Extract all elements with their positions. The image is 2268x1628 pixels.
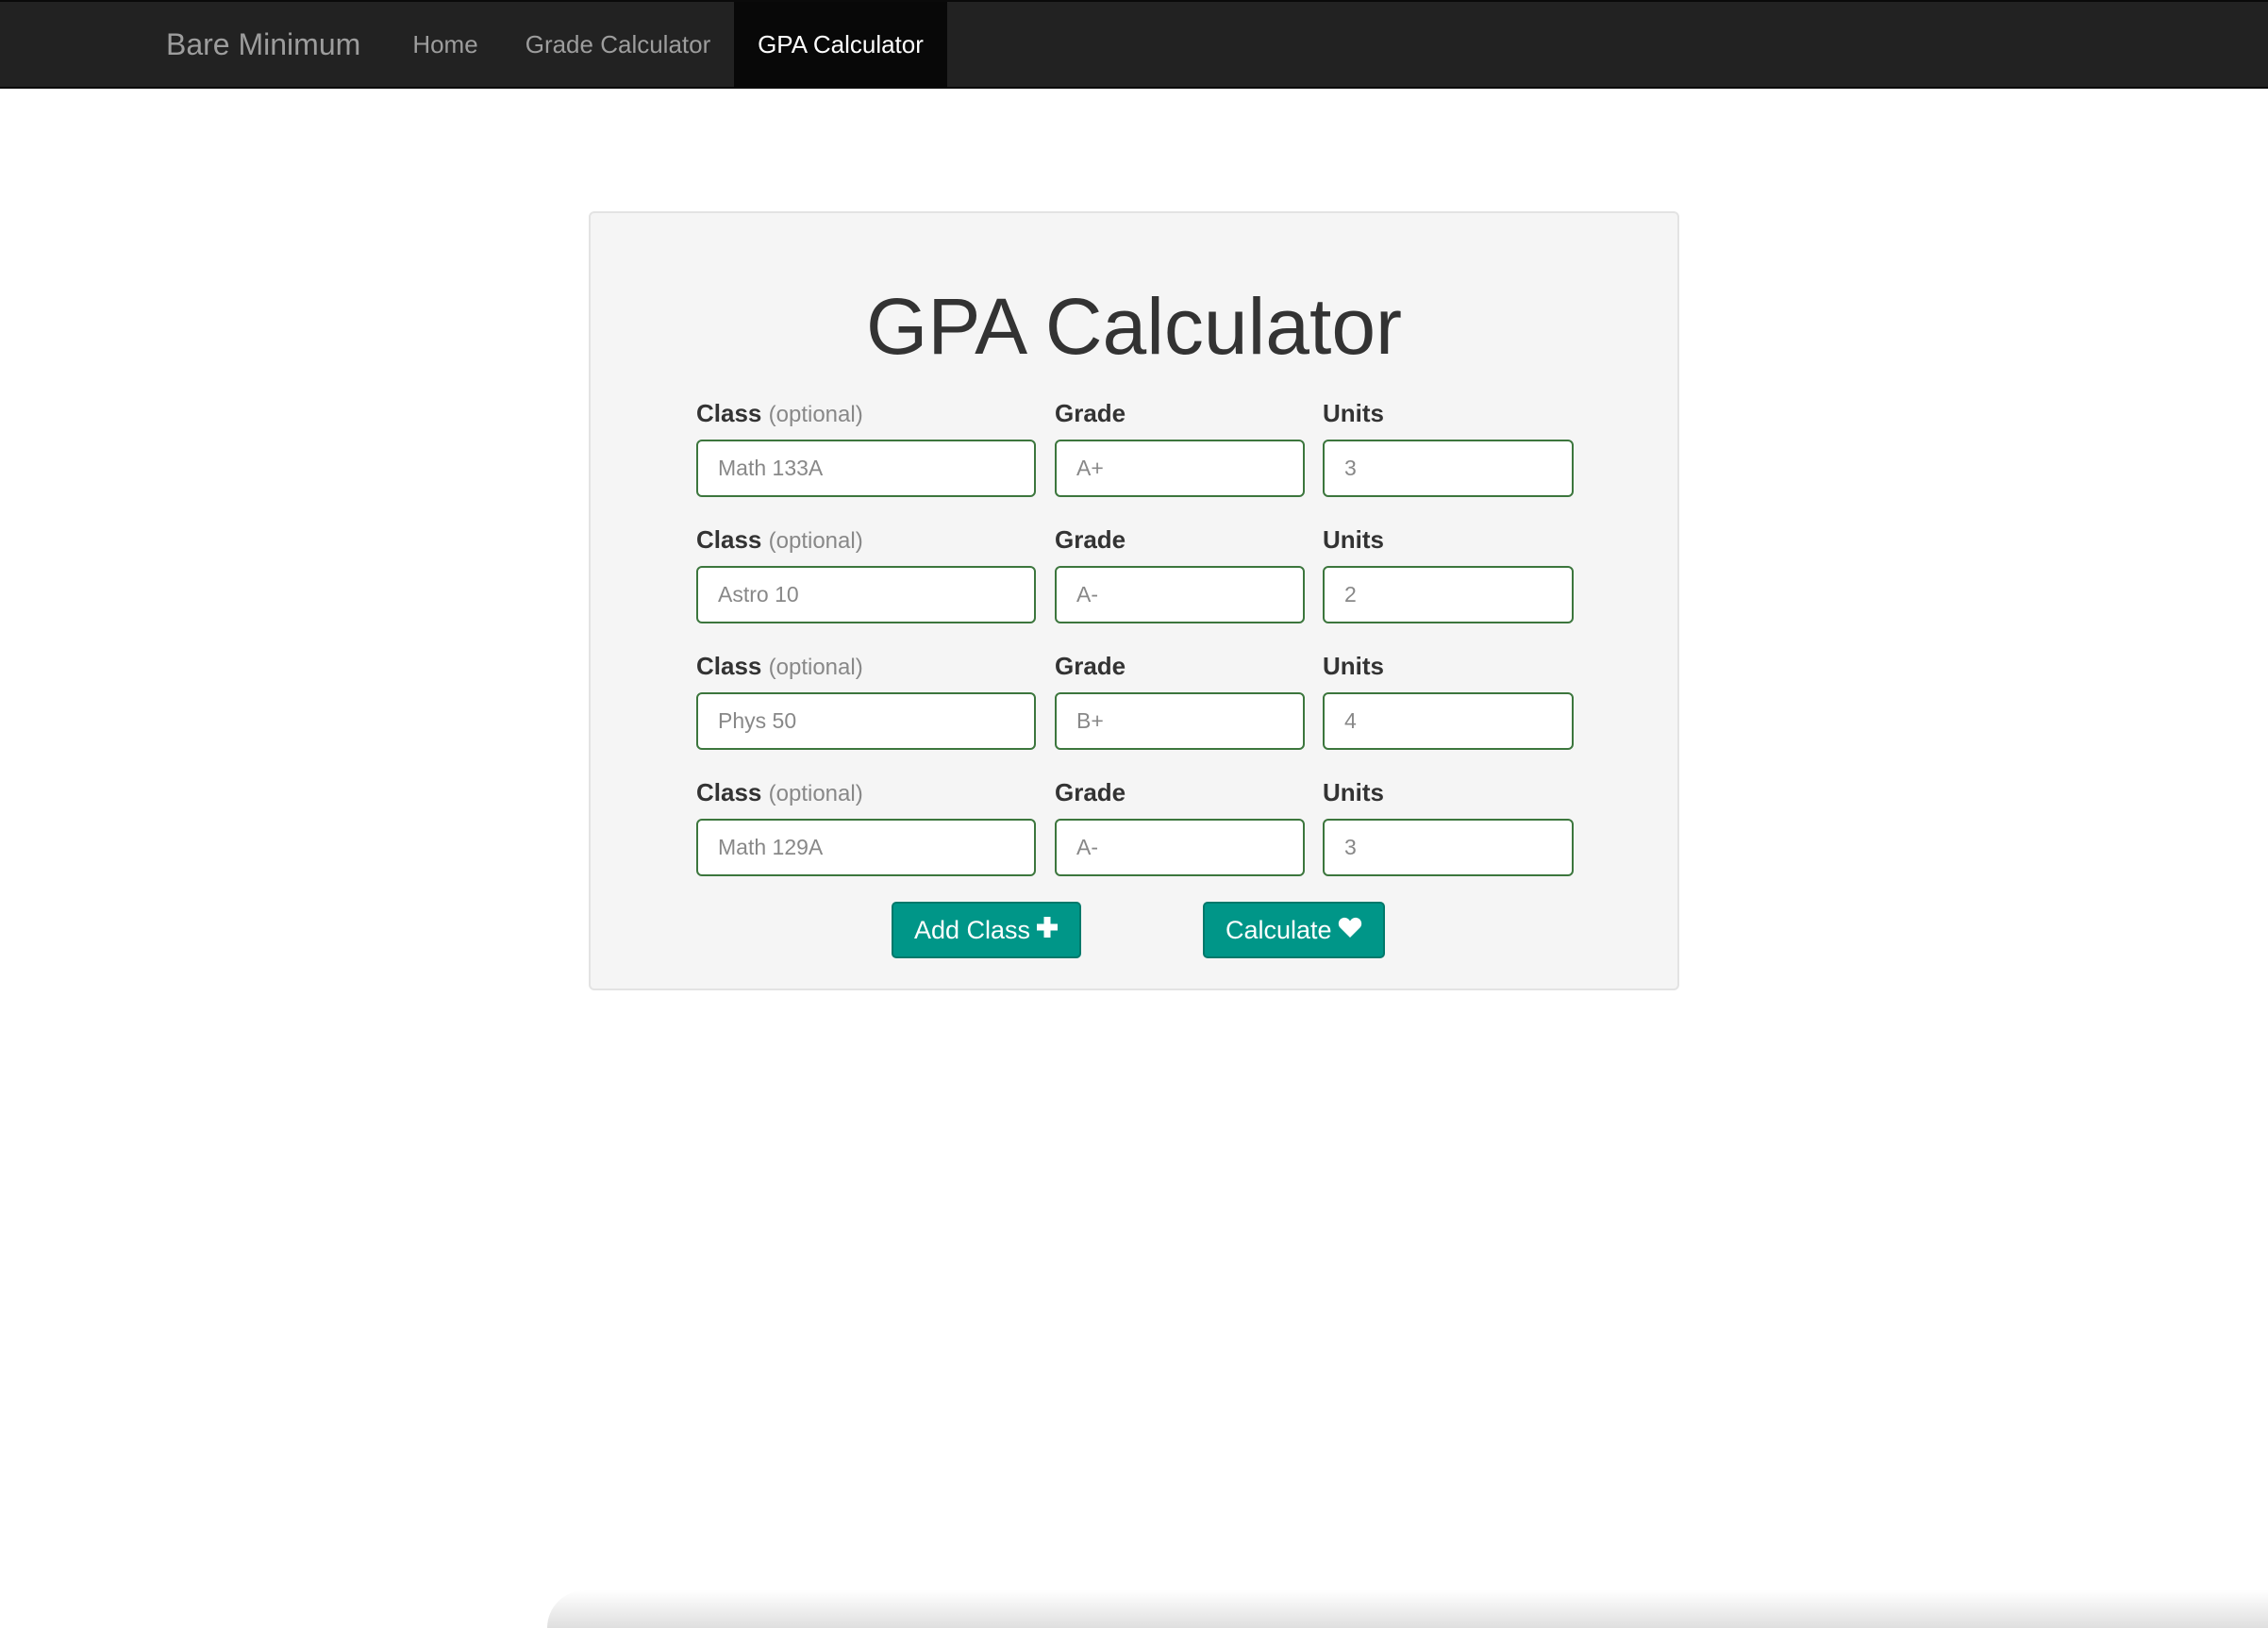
add-class-button[interactable]: Add Class — [892, 902, 1082, 958]
class-input[interactable] — [696, 692, 1036, 750]
grade-input[interactable] — [1055, 819, 1305, 876]
units-input[interactable] — [1323, 819, 1574, 876]
class-label: Class (optional) — [696, 651, 863, 683]
gpa-calculator-panel: GPA Calculator Class (optional) Grade Un… — [589, 211, 1679, 990]
nav-item-home[interactable]: Home — [391, 2, 500, 87]
class-label: Class (optional) — [696, 398, 863, 430]
units-input[interactable] — [1323, 692, 1574, 750]
calculate-label: Calculate — [1226, 916, 1332, 944]
nav-item-grade-calculator[interactable]: Grade Calculator — [511, 2, 725, 87]
window-shadow — [547, 1590, 2268, 1628]
optional-hint: (optional) — [768, 402, 863, 427]
class-input[interactable] — [696, 566, 1036, 623]
units-label: Units — [1323, 652, 1384, 680]
units-input[interactable] — [1323, 566, 1574, 623]
class-label-text: Class — [696, 399, 762, 427]
heart-icon — [1338, 904, 1362, 956]
calculate-button[interactable]: Calculate — [1203, 902, 1385, 958]
grade-input[interactable] — [1055, 692, 1305, 750]
page-title: GPA Calculator — [865, 282, 1403, 371]
class-label: Class (optional) — [696, 524, 863, 557]
optional-hint: (optional) — [768, 528, 863, 554]
brand-link[interactable]: Bare Minimum — [166, 2, 360, 87]
class-input[interactable] — [696, 819, 1036, 876]
grade-label: Grade — [1055, 778, 1126, 806]
class-label-text: Class — [696, 525, 762, 554]
units-input[interactable] — [1323, 440, 1574, 497]
optional-hint: (optional) — [768, 655, 863, 680]
class-label-text: Class — [696, 652, 762, 680]
optional-hint: (optional) — [768, 781, 863, 806]
class-label: Class (optional) — [696, 777, 863, 809]
plus-icon — [1036, 904, 1059, 956]
units-label: Units — [1323, 778, 1384, 806]
grade-label: Grade — [1055, 525, 1126, 554]
grade-label: Grade — [1055, 652, 1126, 680]
grade-input[interactable] — [1055, 440, 1305, 497]
units-label: Units — [1323, 399, 1384, 427]
nav-item-gpa-calculator[interactable]: GPA Calculator — [734, 2, 947, 87]
class-label-text: Class — [696, 778, 762, 806]
class-input[interactable] — [696, 440, 1036, 497]
units-label: Units — [1323, 525, 1384, 554]
top-navbar: Bare Minimum Home Grade Calculator GPA C… — [0, 0, 2268, 89]
grade-label: Grade — [1055, 399, 1126, 427]
grade-input[interactable] — [1055, 566, 1305, 623]
add-class-label: Add Class — [914, 916, 1031, 944]
